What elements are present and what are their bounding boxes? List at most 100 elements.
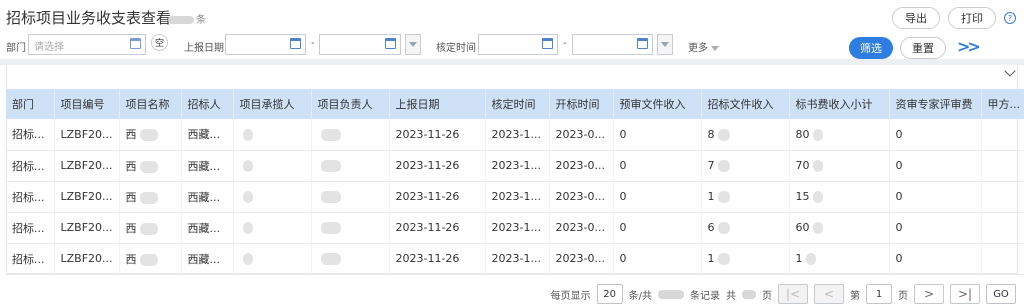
table-cell: 0 bbox=[889, 181, 982, 213]
reset-button[interactable]: 重置 bbox=[900, 37, 946, 59]
col-header[interactable]: 预审文件收入 bbox=[613, 89, 702, 119]
blurred-value bbox=[812, 222, 823, 234]
cell-text: 西 bbox=[125, 159, 137, 173]
current-page-input[interactable]: 1 bbox=[866, 284, 892, 304]
table-cell: 西藏... bbox=[181, 212, 234, 244]
table-cell: 2023-1... bbox=[485, 212, 550, 244]
col-header[interactable]: 开标时间 bbox=[549, 89, 614, 119]
table-cell bbox=[311, 243, 390, 275]
col-header[interactable]: 部门 bbox=[6, 89, 55, 119]
table-cell: 15 bbox=[789, 181, 890, 213]
dept-label: 部门 bbox=[6, 43, 26, 54]
col-header[interactable]: 项目负责人 bbox=[311, 89, 390, 119]
cell-text: LZBF20... bbox=[60, 190, 113, 203]
blurred-value bbox=[717, 160, 730, 172]
col-header[interactable]: 项目承揽人 bbox=[233, 89, 312, 119]
blurred-value bbox=[139, 129, 158, 142]
table-cell: 招标... bbox=[6, 243, 55, 275]
pagination: 每页显示 20 条/共 条记录 共 页 |< < 第 1 页 > >| GO bbox=[551, 283, 1016, 305]
dept-select[interactable]: 请选择 bbox=[28, 34, 146, 55]
cell-text: 西藏... bbox=[187, 221, 221, 235]
prev-page-button[interactable]: < bbox=[814, 284, 844, 304]
col-header[interactable]: 项目编号 bbox=[54, 89, 120, 119]
table-cell: 0 bbox=[613, 181, 702, 213]
cell-text: 西 bbox=[125, 128, 137, 142]
table-row[interactable]: 招标... LZBF20... 西 西藏... 2023-11-26 2023-1... 2… bbox=[6, 150, 1024, 182]
table-cell: 西 bbox=[119, 150, 182, 182]
blurred-value bbox=[805, 253, 816, 265]
table-cell bbox=[311, 212, 390, 244]
blurred-value bbox=[139, 191, 158, 204]
question-circle-icon[interactable]: ? bbox=[1004, 12, 1016, 24]
next-page-button[interactable]: > bbox=[914, 284, 944, 304]
blurred-value bbox=[139, 253, 158, 266]
table-cell: 西 bbox=[119, 181, 182, 213]
table-cell: 2023-11-26 bbox=[389, 119, 486, 151]
table-cell bbox=[981, 212, 1024, 244]
table-row[interactable]: 招标... LZBF20... 西 西藏... 2023-11-26 2023-1... 2… bbox=[6, 243, 1024, 275]
print-button[interactable]: 打印 bbox=[948, 7, 996, 29]
table-cell bbox=[233, 243, 312, 275]
col-header[interactable]: 核定时间 bbox=[485, 89, 550, 119]
approve-time-dropdown[interactable] bbox=[657, 34, 673, 55]
table-row[interactable]: 招标... LZBF20... 西 西藏... 2023-11-26 2023-1... 2… bbox=[6, 181, 1024, 213]
blurred-value bbox=[320, 222, 341, 234]
col-header[interactable]: 甲方... bbox=[981, 89, 1024, 119]
cell-text: 2023-0... bbox=[555, 252, 605, 265]
per-page-input[interactable]: 20 bbox=[596, 284, 623, 304]
table-row[interactable]: 招标... LZBF20... 西 西藏... 2023-11-26 2023-1... 2… bbox=[6, 119, 1024, 151]
cell-text: 2023-11-26 bbox=[395, 159, 460, 172]
col-header[interactable]: 招标文件收入 bbox=[701, 89, 790, 119]
blurred-value bbox=[242, 191, 253, 203]
report-date-label: 上报日期 bbox=[184, 43, 224, 54]
table-cell: 0 bbox=[889, 150, 982, 182]
report-date-start[interactable] bbox=[225, 34, 306, 55]
table-cell: 0 bbox=[889, 243, 982, 275]
table-cell bbox=[311, 119, 390, 151]
more-filters-toggle[interactable]: 更多 bbox=[688, 39, 719, 54]
table-cell: 6 bbox=[701, 212, 790, 244]
cell-text: 2023-1... bbox=[491, 221, 541, 234]
first-page-button[interactable]: |< bbox=[778, 284, 808, 304]
table-cell bbox=[981, 150, 1024, 182]
cell-text: LZBF20... bbox=[60, 159, 113, 172]
more-label: 更多 bbox=[688, 43, 708, 54]
col-header[interactable]: 招标人 bbox=[181, 89, 234, 119]
report-date-dropdown[interactable] bbox=[405, 34, 421, 55]
blurred-value bbox=[812, 128, 823, 141]
table-cell: 0 bbox=[613, 212, 702, 244]
cell-text: 2023-11-26 bbox=[395, 221, 460, 234]
export-button[interactable]: 导出 bbox=[892, 7, 940, 29]
table-cell: LZBF20... bbox=[54, 212, 120, 244]
blurred-value bbox=[242, 128, 253, 141]
records-prefix: 条/共 bbox=[628, 290, 652, 302]
blurred-value bbox=[717, 253, 730, 265]
table-cell: 80 bbox=[789, 119, 890, 151]
cell-text: 2023-11-26 bbox=[395, 252, 460, 265]
go-button[interactable]: GO bbox=[986, 284, 1016, 304]
blurred-total-pages bbox=[742, 289, 756, 299]
table-row[interactable]: 招标... LZBF20... 西 西藏... 2023-11-26 2023-1... 2… bbox=[6, 212, 1024, 244]
blurred-value bbox=[812, 191, 823, 203]
col-header[interactable]: 资审专家评审费 bbox=[889, 89, 982, 119]
approve-time-start[interactable] bbox=[478, 34, 558, 55]
table-cell: 2023-11-26 bbox=[389, 243, 486, 275]
expand-double-chevron-icon[interactable]: >> bbox=[957, 37, 981, 56]
cell-text: 2023-0... bbox=[555, 221, 605, 234]
report-date-end[interactable] bbox=[319, 34, 401, 55]
col-header[interactable]: 标书费收入小计 bbox=[789, 89, 890, 119]
page-label-prefix: 第 bbox=[850, 290, 860, 302]
cell-text: 0 bbox=[895, 159, 903, 172]
last-page-button[interactable]: >| bbox=[950, 284, 980, 304]
empty-toggle[interactable]: 空 bbox=[151, 34, 168, 51]
col-header[interactable]: 上报日期 bbox=[389, 89, 486, 119]
cell-text: 0 bbox=[619, 127, 627, 141]
filter-button[interactable]: 筛选 bbox=[849, 37, 893, 59]
table-cell bbox=[233, 212, 312, 244]
col-header[interactable]: 项目名称 bbox=[119, 89, 182, 119]
dept-placeholder: 请选择 bbox=[34, 42, 64, 53]
approve-time-end[interactable] bbox=[572, 34, 653, 55]
record-count: 条 bbox=[168, 11, 206, 26]
table-cell: LZBF20... bbox=[54, 119, 120, 151]
cell-text: 西 bbox=[125, 252, 137, 266]
